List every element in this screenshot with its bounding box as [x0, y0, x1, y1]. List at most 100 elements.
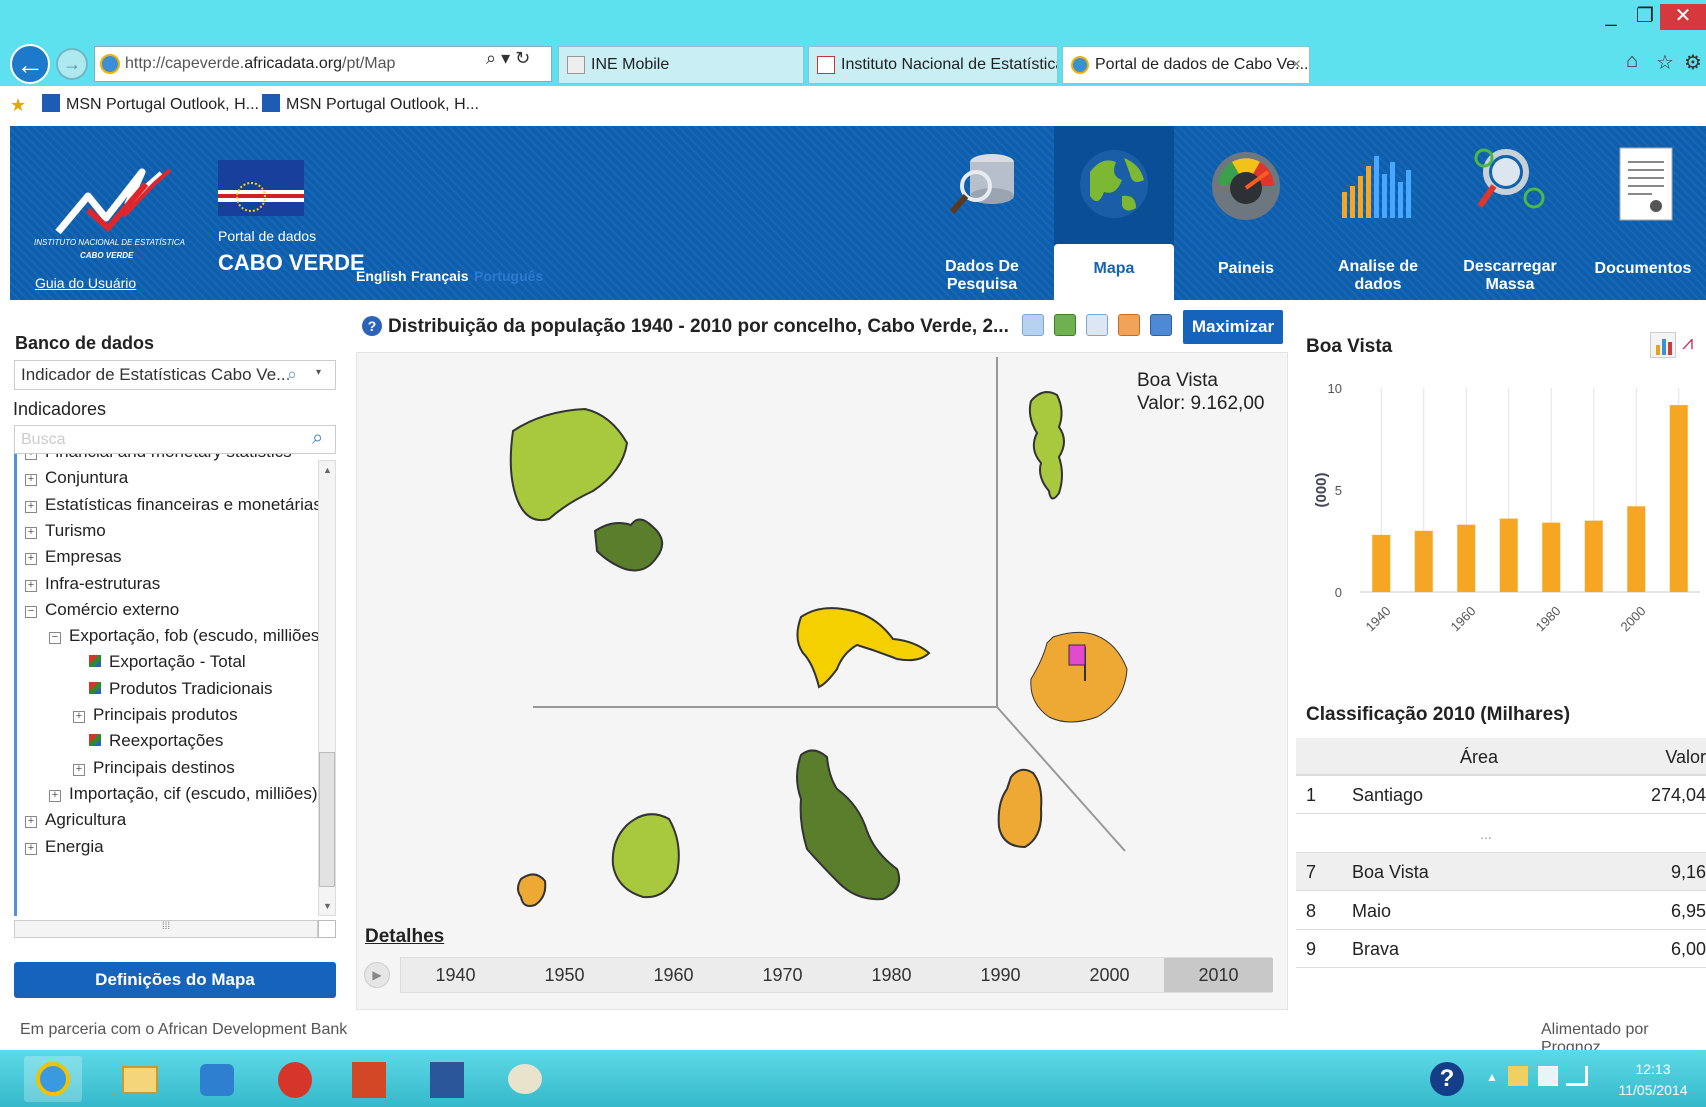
- line-chart-toggle-icon[interactable]: ⩘: [1682, 332, 1693, 355]
- tree-node[interactable]: + Conjuntura: [25, 468, 128, 488]
- indicator-icon[interactable]: [89, 655, 101, 668]
- timeline-year[interactable]: 1950: [510, 958, 619, 992]
- tree-horizontal-scrollbar[interactable]: ⁞⁞⁞: [14, 920, 318, 938]
- tray-chevron-icon[interactable]: ▲: [1486, 1070, 1498, 1084]
- tree-node[interactable]: + Energia: [25, 837, 104, 857]
- expand-icon[interactable]: +: [25, 474, 37, 487]
- expand-icon[interactable]: +: [25, 842, 37, 855]
- island-santo-antao[interactable]: [509, 407, 629, 521]
- expand-icon[interactable]: +: [25, 454, 37, 460]
- ranking-row[interactable]: 1 Santiago 274,04: [1296, 776, 1706, 814]
- forward-button[interactable]: →: [56, 48, 88, 80]
- lang-portugues[interactable]: Português: [474, 268, 543, 284]
- tree-node[interactable]: − Exportação, fob (escudo, milliões): [49, 626, 320, 646]
- restore-button[interactable]: ❐: [1628, 4, 1662, 30]
- nav-descarregar-massa[interactable]: Descarregar Massa: [1450, 126, 1570, 300]
- paint-taskbar-icon[interactable]: [496, 1056, 554, 1102]
- explorer-taskbar-icon[interactable]: [110, 1056, 168, 1102]
- expand-icon[interactable]: +: [25, 553, 37, 566]
- ie-taskbar-icon[interactable]: [24, 1056, 82, 1102]
- nav-analise-dados[interactable]: Analise de dados: [1318, 126, 1438, 300]
- island-sal[interactable]: [1028, 391, 1065, 500]
- excel-export-icon[interactable]: [1054, 314, 1076, 336]
- timeline-year[interactable]: 1980: [837, 958, 946, 992]
- favorite-link-2[interactable]: MSN Portugal Outlook, H...: [262, 94, 479, 114]
- signal-icon[interactable]: [1566, 1066, 1588, 1086]
- timeline-year[interactable]: 1960: [619, 958, 728, 992]
- expand-icon[interactable]: +: [49, 789, 61, 802]
- search-refresh-icon[interactable]: ⌕ ▾ ↻: [486, 48, 530, 69]
- island-fogo[interactable]: [611, 813, 680, 899]
- favorite-link-1[interactable]: MSN Portugal Outlook, H...: [42, 94, 259, 114]
- tree-node[interactable]: + Turismo: [25, 521, 106, 541]
- battery-icon[interactable]: [1538, 1066, 1558, 1086]
- favorites-star-icon[interactable]: ☆: [1656, 50, 1674, 75]
- close-window-button[interactable]: ✕: [1660, 4, 1706, 30]
- address-bar[interactable]: http://capeverde.africadata.org/pt/Map: [94, 46, 552, 82]
- map-settings-button[interactable]: Definições do Mapa: [14, 962, 336, 998]
- indicator-icon[interactable]: [89, 681, 101, 694]
- expand-icon[interactable]: +: [73, 763, 85, 776]
- lang-francais[interactable]: Français: [411, 268, 469, 284]
- expand-icon[interactable]: +: [25, 579, 37, 592]
- island-sao-nicolau[interactable]: [796, 607, 931, 689]
- collapse-icon[interactable]: −: [25, 605, 37, 618]
- info-icon[interactable]: ?: [362, 316, 382, 336]
- tree-node[interactable]: + Infra-estruturas: [25, 574, 160, 594]
- home-icon[interactable]: ⌂: [1626, 50, 1638, 73]
- nav-documentos[interactable]: Documentos: [1580, 126, 1706, 300]
- tree-node[interactable]: + Principais produtos: [73, 705, 238, 725]
- tab-instituto[interactable]: Instituto Nacional de Estatística: [808, 46, 1058, 84]
- rocket-taskbar-icon[interactable]: [188, 1056, 246, 1102]
- ranking-row[interactable]: 7 Boa Vista 9,16: [1296, 853, 1706, 891]
- clock-time[interactable]: 12:13: [1608, 1061, 1698, 1077]
- lang-english[interactable]: English: [356, 268, 407, 284]
- island-maio[interactable]: [997, 768, 1043, 849]
- back-button[interactable]: ←: [10, 44, 50, 84]
- word-taskbar-icon[interactable]: [418, 1056, 476, 1102]
- tree-node[interactable]: Reexportações: [89, 731, 223, 751]
- tray-flag-icon[interactable]: [1508, 1066, 1528, 1086]
- pdf-export-icon[interactable]: [1118, 314, 1140, 336]
- indicator-search-input[interactable]: Busca: [14, 425, 336, 454]
- tree-node[interactable]: + Principais destinos: [73, 758, 235, 778]
- clock-date[interactable]: 11/05/2014: [1608, 1082, 1698, 1098]
- pdf-taskbar-icon[interactable]: [266, 1056, 324, 1102]
- year-timeline[interactable]: 1940 1950 1960 1970 1980 1990 2000 2010: [400, 957, 1273, 993]
- island-sao-vicente[interactable]: [593, 518, 664, 572]
- fullscreen-icon[interactable]: [1150, 314, 1172, 336]
- tree-node[interactable]: − Comércio externo: [25, 600, 179, 620]
- nav-mapa[interactable]: Mapa: [1054, 126, 1174, 300]
- collapse-icon[interactable]: −: [49, 632, 61, 645]
- timeline-year[interactable]: 2010: [1164, 958, 1273, 992]
- chevron-down-icon[interactable]: ▾: [316, 367, 321, 378]
- timeline-year[interactable]: 1970: [728, 958, 837, 992]
- tab-portal-active[interactable]: Portal de dados de Cabo Ve... ×: [1062, 46, 1310, 84]
- tree-node[interactable]: + Agricultura: [25, 810, 126, 830]
- play-icon[interactable]: ▶: [364, 962, 390, 988]
- indicator-icon[interactable]: [89, 734, 101, 747]
- maximize-button[interactable]: Maximizar: [1183, 310, 1283, 344]
- gear-icon[interactable]: ⚙: [1684, 50, 1702, 75]
- comment-icon[interactable]: [1022, 314, 1044, 336]
- help-icon[interactable]: ?: [1430, 1062, 1464, 1096]
- expand-icon[interactable]: +: [25, 526, 37, 539]
- tree-node[interactable]: + Empresas: [25, 547, 122, 567]
- details-link[interactable]: Detalhes: [365, 926, 444, 948]
- user-guide-link[interactable]: Guia do Usuário: [35, 275, 136, 291]
- tab-close-icon[interactable]: ×: [1292, 47, 1301, 83]
- scrollbar-thumb[interactable]: [319, 752, 335, 887]
- tree-node[interactable]: Produtos Tradicionais: [89, 679, 272, 699]
- favorites-star-add-icon[interactable]: ★: [10, 95, 26, 116]
- timeline-year[interactable]: 1940: [401, 958, 510, 992]
- timeline-year[interactable]: 1990: [946, 958, 1055, 992]
- island-brava[interactable]: [517, 873, 547, 907]
- bar-chart-toggle-icon[interactable]: [1650, 332, 1676, 358]
- tree-node[interactable]: + Financial and monetary statistics: [25, 454, 292, 462]
- powerpoint-taskbar-icon[interactable]: [340, 1056, 398, 1102]
- tree-node[interactable]: + Importação, cif (escudo, milliões): [49, 784, 317, 804]
- print-icon[interactable]: [1086, 314, 1108, 336]
- nav-paineis[interactable]: Paineis: [1186, 126, 1306, 300]
- expand-icon[interactable]: +: [73, 711, 85, 723]
- nav-dados-pesquisa[interactable]: Dados De Pesquisa: [922, 126, 1042, 300]
